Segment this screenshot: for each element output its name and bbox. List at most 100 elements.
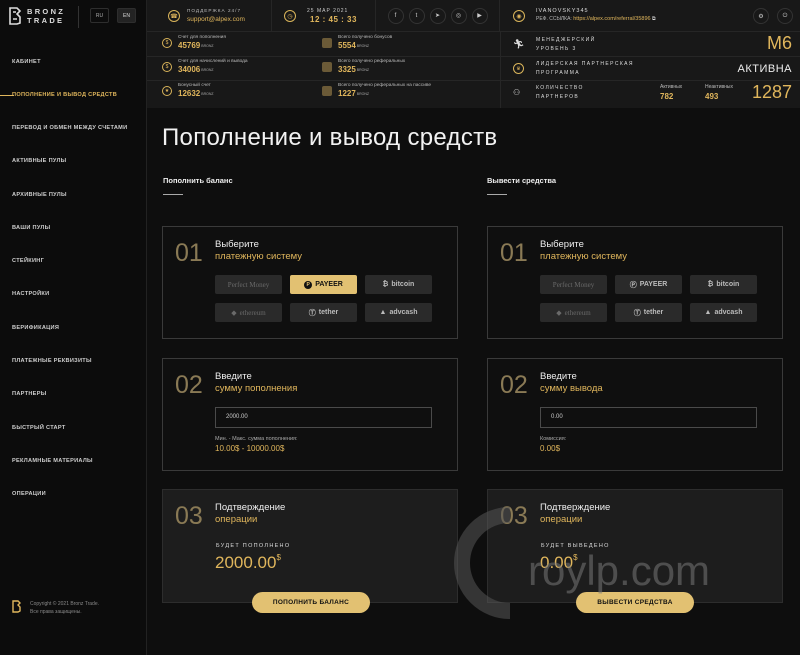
deposit-sum-value: 2000.00$ [215,553,281,573]
sidebar-item[interactable]: АКТИВНЫЕ ПУЛЫ [12,158,66,164]
payeer-icon: Ⓟ [629,281,637,289]
sidebar-item[interactable]: ОПЕРАЦИИ [12,491,46,497]
active-partners-value: 782 [660,92,674,101]
leader-program-row: ♛ ЛИДЕРСКАЯ ПАРТНЕРСКАЯ ПРОГРАММА АКТИВН… [500,57,800,81]
support-block: ☎ ПОДДЕРЖКА 24/7 support@alpex.com [147,0,272,32]
payment-label: tether [643,309,664,316]
payment-label: tether [318,309,339,316]
time-text: 12 : 45 : 33 [310,15,357,24]
stat-label: Всего получено реферальных [338,59,406,64]
partners-label-1: КОЛИЧЕСТВО [536,85,584,91]
payment-ethereum[interactable]: ◆ ethereum [540,303,607,322]
logo[interactable]: BRONZ TRADE [8,6,65,26]
payment-bitcoin[interactable]: ₿ bitcoin [690,275,757,294]
withdraw-amount-input[interactable]: 0.00 [540,407,757,428]
leader-label-2: ПРОГРАММА [536,70,581,76]
stat-value: 45769 [178,41,201,50]
stat-label: Бонусный счет [178,83,211,88]
sidebar-item[interactable]: ВЕРИФИКАЦИЯ [12,325,59,331]
commission-label: Комиссия: [540,436,567,442]
sidebar-item[interactable]: РЕКЛАМНЫЕ МАТЕРИАЛЫ [12,458,93,464]
sum-amount: 0.00 [540,553,574,572]
manager-level-value: M6 [766,33,792,53]
power-icon[interactable]: ⏻ [777,8,793,24]
payment-label: PAYEER [315,281,343,288]
lang-ru-button[interactable]: RU [90,8,109,23]
payment-advcash[interactable]: ▲ advcash [690,303,757,322]
sidebar-item[interactable]: ВАШИ ПУЛЫ [12,225,50,231]
stat-deposit-account: $ Счет для пополнения 45769BRONZ [162,35,226,50]
sidebar-item[interactable]: БЫСТРЫЙ СТАРТ [12,425,66,431]
language-switcher: RU EN [90,8,136,23]
payment-perfect-money[interactable]: Perfect Money [215,275,282,294]
telegram-icon[interactable]: ➤ [429,7,446,24]
instagram-icon[interactable]: ◎ [450,7,467,24]
deposit-amount-input[interactable]: 2000.00 [215,407,432,428]
sidebar-item[interactable]: АРХИВНЫЕ ПУЛЫ [12,192,67,198]
stat-value: 1227 [338,89,356,98]
payment-advcash[interactable]: ▲ advcash [365,303,432,322]
payment-tether[interactable]: Ⓣtether [290,303,357,322]
deposit-sum-label: БУДЕТ ПОПОЛНЕНО [216,543,291,549]
support-email[interactable]: support@alpex.com [187,16,245,23]
stat-label: Счет для начислений и вывода [178,59,248,64]
twitter-icon[interactable]: t [408,7,425,24]
step-subtitle: сумму вывода [540,383,603,394]
bitcoin-icon: ₿ [382,281,389,288]
stat-unit: BRONZ [356,67,370,72]
sum-currency: $ [573,553,578,562]
partners-total: 1287 [751,82,792,102]
step-number: 02 [175,371,203,399]
payment-payeer[interactable]: Ⓟ PAYEER [615,275,682,294]
payment-perfect-money[interactable]: Perfect Money [540,275,607,294]
step-title-text: Подтверждение [215,502,286,513]
payment-label: ethereum [564,308,591,317]
sum-currency: $ [276,553,281,562]
payment-payeer[interactable]: P PAYEER [290,275,357,294]
step-title-text: Подтверждение [540,502,611,513]
advcash-icon: ▲ [704,309,712,316]
step-subtitle: платежную систему [215,251,303,262]
payment-label: bitcoin [716,281,740,288]
lang-en-button[interactable]: EN [117,8,136,23]
bitcoin-icon: ₿ [707,281,714,288]
stat-passive-referrals: Всего получено реферальных на пассиве 12… [322,83,431,98]
sum-amount: 2000.00 [215,553,277,572]
sidebar-item[interactable]: ПЛАТЕЖНЫЕ РЕКВИЗИТЫ [12,358,92,364]
step-title-text: Введите [215,371,252,382]
payment-tether[interactable]: Ⓣtether [615,303,682,322]
ref-link[interactable]: https://alpex.com/referral/35896 [573,16,650,22]
logo-line1: BRONZ [27,7,66,16]
step-title: Введите сумму пополнения [215,371,297,395]
copy-icon[interactable]: ⧉ [652,16,656,22]
sidebar-item[interactable]: КАБИНЕТ [12,59,41,65]
sidebar-item[interactable]: ПОПОЛНЕНИЕ И ВЫВОД СРЕДСТВ [12,92,117,98]
partners-icon: ⚇ [513,88,521,97]
sidebar-item[interactable]: СТЕЙКИНГ [12,258,44,264]
stat-label: Всего получено реферальных на пассиве [338,83,432,88]
clock-icon: ◷ [284,10,296,22]
logo-text: BRONZ TRADE [27,7,65,25]
payment-label: advcash [714,309,743,316]
facebook-icon[interactable]: f [387,7,404,24]
leader-label-1: ЛИДЕРСКАЯ ПАРТНЕРСКАЯ [536,61,634,67]
partners-row: ⚇ КОЛИЧЕСТВО ПАРТНЕРОВ Активных 782 Неак… [500,81,800,108]
settings-gear-icon[interactable]: ⚙ [753,8,769,24]
stat-value: 5554 [338,41,356,50]
withdraw-submit-button[interactable]: ВЫВЕСТИ СРЕДСТВА [576,592,694,613]
step-subtitle: операции [540,514,583,525]
coin-icon: $ [162,62,172,72]
page-title: Пополнение и вывод средств [162,124,498,151]
deposit-submit-button[interactable]: ПОПОЛНИТЬ БАЛАНС [252,592,370,613]
sidebar-item[interactable]: ПАРТНЕРЫ [12,391,47,397]
tether-icon: Ⓣ [633,309,641,317]
payment-bitcoin[interactable]: ₿ bitcoin [365,275,432,294]
payment-ethereum[interactable]: ◆ ethereum [215,303,282,322]
youtube-icon[interactable]: ▶ [471,7,488,24]
sidebar-item[interactable]: НАСТРОЙКИ [12,291,49,297]
payment-label: ethereum [239,308,266,317]
stat-referrals-total: Всего получено реферальных 3325BRONZ [322,59,405,74]
sidebar-item[interactable]: ПЕРЕВОД И ОБМЕН МЕЖДУ СЧЕТАМИ [12,125,127,131]
manager-level-row: 🏃︎ МЕНЕДЖЕРСКИЙ УРОВЕНЬ 3 M6 [500,32,800,57]
stat-value: 12632 [178,89,201,98]
